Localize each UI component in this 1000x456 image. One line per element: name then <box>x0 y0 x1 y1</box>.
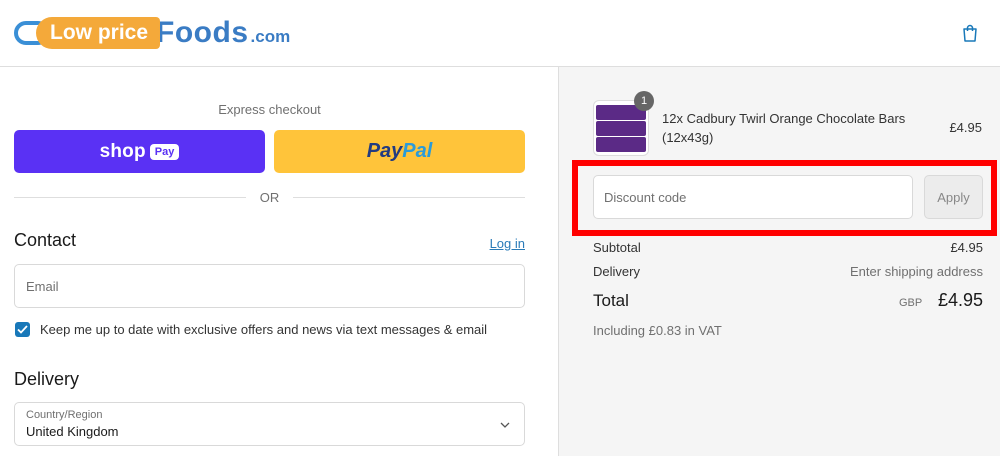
subtotal-label: Subtotal <box>593 240 641 255</box>
delivery-label: Delivery <box>593 264 640 279</box>
shop-pay-badge: Pay <box>149 143 180 160</box>
shop-pay-text: shop <box>99 140 146 162</box>
quantity-badge: 1 <box>634 91 654 111</box>
logo-text-low-price: Low price <box>36 17 161 49</box>
shopping-bag-icon[interactable] <box>962 24 978 42</box>
store-logo[interactable]: Low price Foods .com <box>14 16 290 50</box>
total-label: Total <box>593 291 629 310</box>
checkout-form: Express checkout shop Pay Pay Pal OR Cont… <box>0 67 558 456</box>
login-link[interactable]: Log in <box>470 236 525 251</box>
apply-discount-button[interactable]: Apply <box>924 175 983 219</box>
marketing-opt-in-checkbox[interactable] <box>15 322 30 337</box>
contact-title: Contact <box>14 230 77 250</box>
product-name: 12x Cadbury Twirl Orange Chocolate Bars … <box>662 111 906 145</box>
paypal-text-pay: Pay <box>366 140 403 162</box>
shop-pay-button[interactable]: shop Pay <box>14 130 265 173</box>
country-select[interactable]: Country/Region United Kingdom <box>14 402 525 446</box>
total-currency: GBP <box>899 297 923 309</box>
thumbnail-bar <box>596 121 646 136</box>
chevron-down-icon <box>500 422 510 428</box>
paypal-button[interactable]: Pay Pal <box>274 130 525 173</box>
subtotal-value: £4.95 <box>950 240 983 255</box>
header: Low price Foods .com <box>0 0 1000 67</box>
vat-note: Including £0.83 in VAT <box>593 323 722 338</box>
order-summary: 1 12x Cadbury Twirl Orange Chocolate Bar… <box>558 67 1000 456</box>
discount-code-input[interactable] <box>593 175 913 219</box>
or-divider-text: OR <box>259 190 280 205</box>
total-value: £4.95 <box>937 290 983 310</box>
logo-text-foods: Foods <box>156 16 249 49</box>
product-price: £4.95 <box>949 120 982 135</box>
delivery-value: Enter shipping address <box>850 264 983 279</box>
or-divider: OR <box>14 188 525 206</box>
delivery-title: Delivery <box>14 369 80 389</box>
marketing-opt-in-label: Keep me up to date with exclusive offers… <box>40 322 488 337</box>
checkmark-icon <box>17 325 28 334</box>
paypal-text-pal: Pal <box>402 140 433 162</box>
email-field[interactable] <box>14 264 525 308</box>
country-select-value: United Kingdom <box>26 424 119 439</box>
express-checkout-title: Express checkout <box>218 102 321 117</box>
thumbnail-bar <box>596 137 646 152</box>
country-select-label: Country/Region <box>26 409 103 421</box>
logo-text-com: .com <box>250 27 291 46</box>
